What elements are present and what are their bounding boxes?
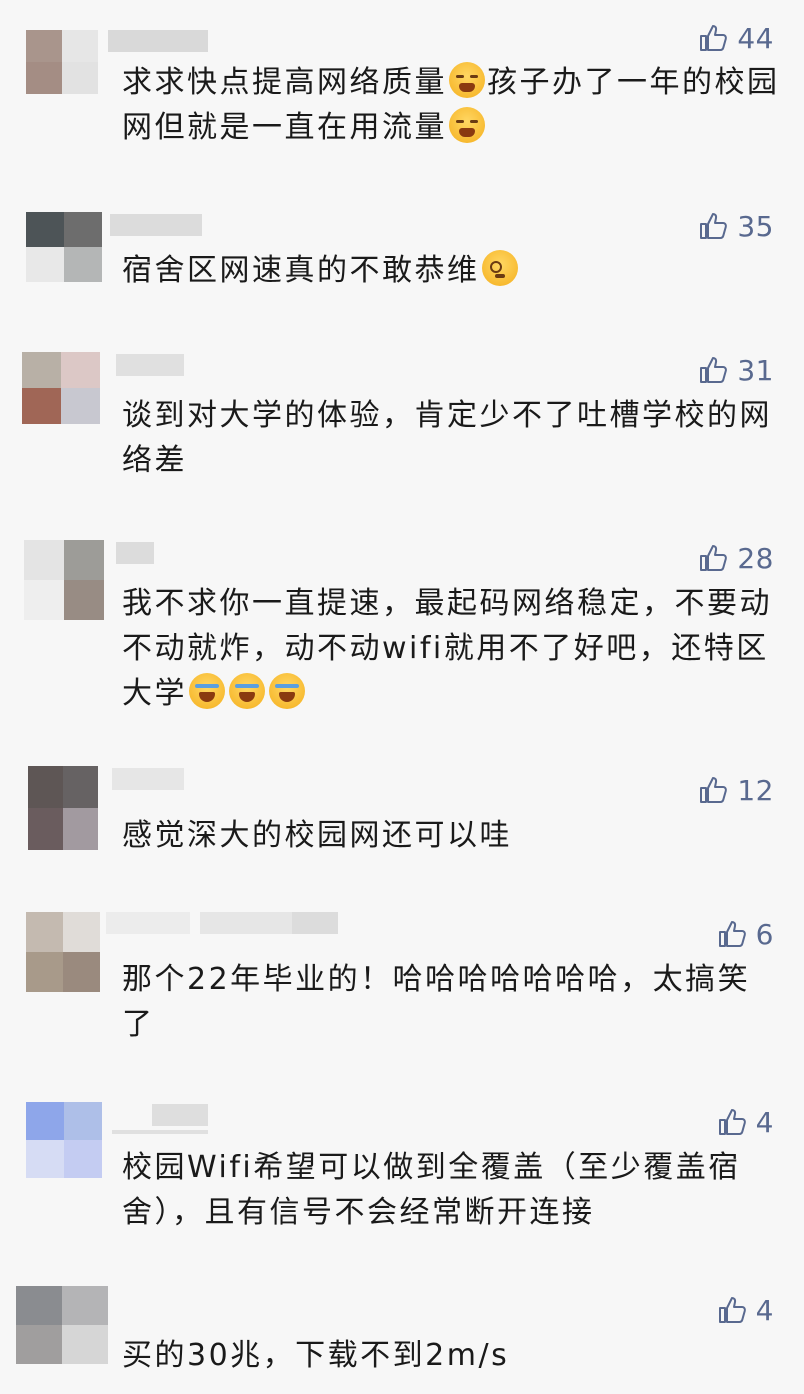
comment-text: 那个22年毕业的！哈哈哈哈哈哈哈，太搞笑了 bbox=[122, 962, 751, 1042]
laugh-cry-icon bbox=[269, 673, 305, 709]
like-count: 35 bbox=[737, 209, 774, 243]
like-count: 4 bbox=[755, 1105, 774, 1139]
like-button[interactable]: 12 bbox=[697, 772, 774, 808]
nickname-blurred[interactable] bbox=[116, 542, 154, 564]
like-count: 4 bbox=[755, 1293, 774, 1327]
cry-icon bbox=[449, 62, 485, 98]
comment-text: 求求快点提高网络质量 孩子办了一年的校园网但就是一直在用流量 bbox=[122, 60, 782, 150]
nickname-blurred[interactable] bbox=[116, 354, 184, 376]
avatar[interactable] bbox=[26, 912, 100, 992]
like-button[interactable]: 28 bbox=[697, 540, 774, 576]
avatar[interactable] bbox=[22, 352, 100, 424]
avatar[interactable] bbox=[26, 212, 102, 282]
like-count: 28 bbox=[737, 541, 774, 575]
cry-icon bbox=[449, 107, 485, 143]
like-button[interactable]: 4 bbox=[716, 1292, 774, 1328]
like-button[interactable]: 31 bbox=[697, 352, 774, 388]
comment-text: 谈到对大学的体验，肯定少不了吐槽学校的网络差 bbox=[122, 398, 772, 478]
like-button[interactable]: 4 bbox=[716, 1104, 774, 1140]
like-count: 6 bbox=[755, 917, 774, 951]
thumbs-up-icon bbox=[700, 777, 728, 803]
comment-text: 校园Wifi希望可以做到全覆盖（至少覆盖宿舍），且有信号不会经常断开连接 bbox=[122, 1150, 741, 1230]
comment-text: 买的30兆，下载不到2m/s bbox=[122, 1338, 510, 1373]
nickname-blurred[interactable] bbox=[112, 768, 184, 790]
like-button[interactable]: 6 bbox=[716, 916, 774, 952]
avatar[interactable] bbox=[26, 1102, 102, 1178]
avatar[interactable] bbox=[28, 766, 98, 850]
like-button[interactable]: 44 bbox=[697, 20, 774, 56]
nickname-blurred[interactable] bbox=[106, 912, 338, 934]
avatar[interactable] bbox=[24, 540, 104, 620]
like-count: 44 bbox=[737, 21, 774, 55]
thumbs-up-icon bbox=[718, 921, 746, 947]
comment-text: 感觉深大的校园网还可以哇 bbox=[122, 818, 512, 853]
avatar[interactable] bbox=[26, 30, 98, 94]
like-button[interactable]: 35 bbox=[697, 208, 774, 244]
comment-list: 44 求求快点提高网络质量 孩子办了一年的校园网但就是一直在用流量 35 宿舍区网… bbox=[0, 0, 804, 1394]
dizzy-face-icon bbox=[481, 250, 518, 286]
nickname-blurred[interactable] bbox=[108, 30, 208, 52]
nickname-blurred[interactable] bbox=[112, 1104, 208, 1134]
laugh-cry-icon bbox=[229, 673, 265, 709]
thumbs-up-icon bbox=[700, 545, 728, 571]
laugh-cry-icon bbox=[189, 673, 225, 709]
comment-text: 宿舍区网速真的不敢恭维 bbox=[122, 248, 782, 293]
thumbs-up-icon bbox=[718, 1109, 746, 1135]
thumbs-up-icon bbox=[700, 25, 728, 51]
thumbs-up-icon bbox=[700, 213, 728, 239]
comment-text: 我不求你一直提速，最起码网络稳定，不要动不动就炸，动不动wifi就用不了好吧，还… bbox=[122, 586, 772, 711]
like-count: 31 bbox=[737, 353, 774, 387]
nickname-blurred[interactable] bbox=[110, 214, 202, 236]
avatar[interactable] bbox=[16, 1286, 108, 1364]
thumbs-up-icon bbox=[700, 357, 728, 383]
like-count: 12 bbox=[737, 773, 774, 807]
thumbs-up-icon bbox=[718, 1297, 746, 1323]
